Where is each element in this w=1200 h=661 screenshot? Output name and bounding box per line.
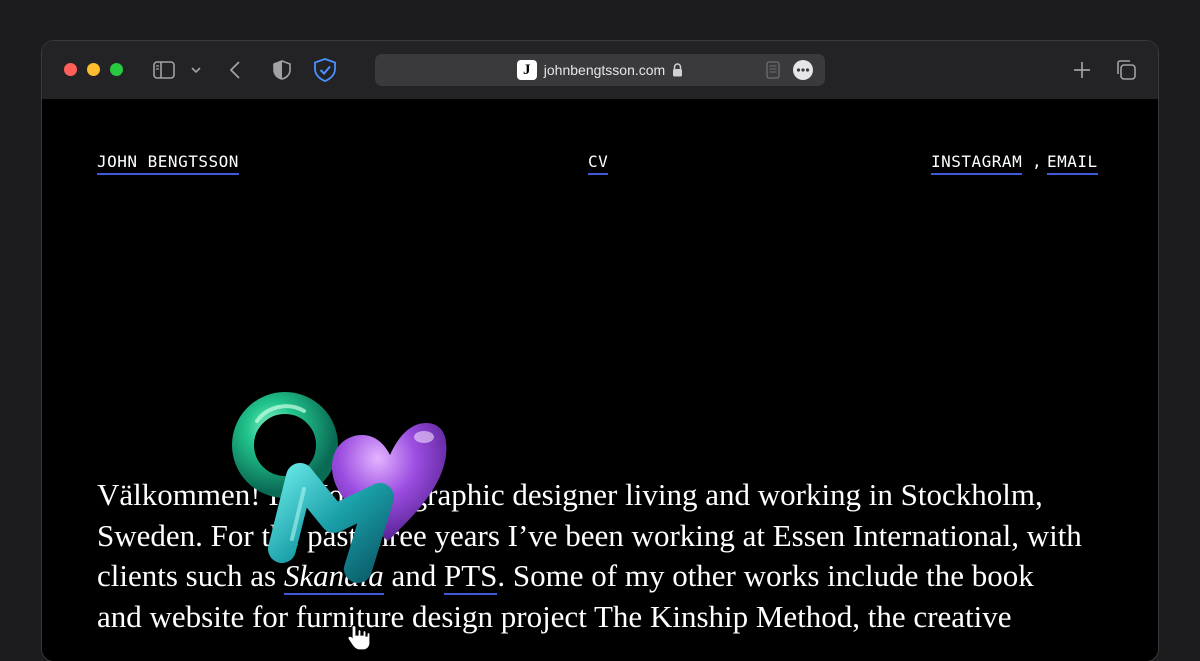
browser-toolbar: J johnbengtsson.com [42,41,1158,99]
sidebar-icon[interactable] [152,59,176,81]
site-favicon: J [516,60,537,80]
chevron-down-icon[interactable] [189,61,203,79]
minimize-window-button[interactable] [87,63,100,76]
close-window-button[interactable] [64,63,77,76]
privacy-shield-icon[interactable] [313,57,337,83]
decorative-3d-shapes [232,392,447,651]
letter-m-icon [268,463,394,583]
url-text: johnbengtsson.com [543,62,666,78]
more-icon[interactable] [793,60,813,80]
back-icon[interactable] [226,59,244,81]
hand-cursor-icon [347,624,371,651]
zoom-window-button[interactable] [110,63,123,76]
tabs-overview-icon[interactable] [1115,59,1137,81]
new-tab-icon[interactable] [1072,60,1092,80]
lock-icon [672,63,683,77]
address-bar[interactable]: J johnbengtsson.com [375,54,825,86]
page-content: JOHN BENGTSSON CV INSTAGRAM , EMAIL Välk… [42,99,1158,661]
reader-icon[interactable] [765,61,781,79]
shield-icon[interactable] [271,58,293,82]
browser-window: J johnbengtsson.com JOHN BENGTSSON CV IN… [42,41,1158,661]
